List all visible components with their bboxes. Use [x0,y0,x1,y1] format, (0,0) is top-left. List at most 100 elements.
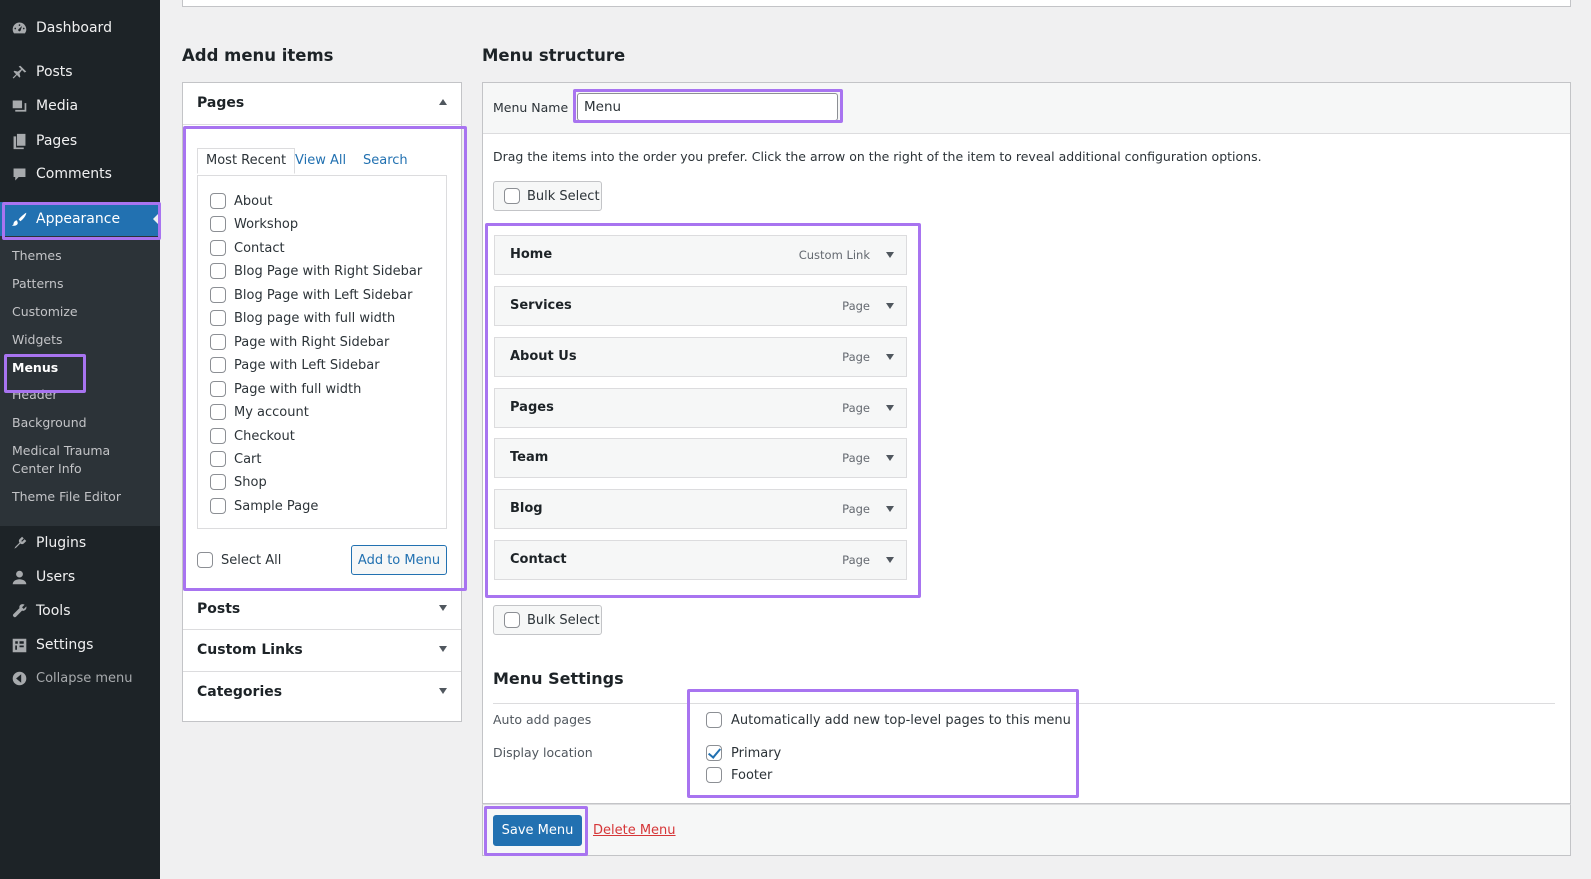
checkbox[interactable] [210,357,226,373]
posts-section-header[interactable]: Posts [183,588,461,630]
submenu-item-theme-file-editor[interactable]: Theme File Editor [12,488,152,506]
delete-menu-link[interactable]: Delete Menu [593,823,676,838]
checkbox[interactable] [210,474,226,490]
page-option-my-account[interactable]: My account [210,404,309,420]
submenu-item-customize[interactable]: Customize [12,303,152,321]
checkbox[interactable] [504,188,520,204]
bulk-select-button-top[interactable]: Bulk Select [493,181,602,211]
pages-icon [10,132,28,150]
admin-sidebar: Dashboard Posts Media Pages Comments App… [0,0,160,879]
page-option-cart[interactable]: Cart [210,451,262,467]
checkbox[interactable] [210,334,226,350]
user-icon [10,568,28,586]
page-option-left-sidebar[interactable]: Page with Left Sidebar [210,357,380,373]
checkbox[interactable] [210,240,226,256]
bulk-select-button-bottom[interactable]: Bulk Select [493,605,602,635]
page-option-blog-left-sidebar[interactable]: Blog Page with Left Sidebar [210,287,412,303]
page-option-checkout[interactable]: Checkout [210,428,295,444]
save-menu-button[interactable]: Save Menu [493,815,582,846]
submenu-item-medical-trauma-center-info[interactable]: Medical Trauma Center Info [12,442,152,478]
checkbox[interactable] [210,193,226,209]
submenu-item-menus[interactable]: Menus [12,359,152,377]
checkbox[interactable] [210,310,226,326]
checkbox[interactable] [210,287,226,303]
menu-item-pages[interactable]: Pages Page [494,388,907,428]
checkbox[interactable] [210,404,226,420]
checkbox[interactable] [197,552,213,568]
menu-settings-heading: Menu Settings [493,669,624,688]
submenu-item-widgets[interactable]: Widgets [12,331,152,349]
collapse-icon [10,669,28,687]
chevron-down-icon[interactable] [886,557,894,563]
location-primary-option[interactable]: Primary [706,745,781,761]
chevron-down-icon[interactable] [886,506,894,512]
add-to-menu-button[interactable]: Add to Menu [351,545,447,575]
menu-instructions: Drag the items into the order you prefer… [493,149,1262,164]
categories-section-header[interactable]: Categories [183,672,461,714]
menu-item-team[interactable]: Team Page [494,438,907,478]
tab-search[interactable]: Search [363,151,408,171]
sidebar-item-pages[interactable]: Pages [0,124,160,158]
auto-add-pages-option[interactable]: Automatically add new top-level pages to… [706,712,1071,728]
page-option-full-width[interactable]: Page with full width [210,381,361,397]
tab-most-recent[interactable]: Most Recent [197,148,296,174]
page-option-blog-right-sidebar[interactable]: Blog Page with Right Sidebar [210,263,422,279]
checkbox[interactable] [504,612,520,628]
sidebar-item-settings[interactable]: Settings [0,628,160,662]
chevron-down-icon [439,688,447,694]
sidebar-item-posts[interactable]: Posts [0,55,160,89]
submenu-item-patterns[interactable]: Patterns [12,275,152,293]
chevron-up-icon [439,99,447,105]
settings-icon [10,636,28,654]
checkbox[interactable] [706,712,722,728]
tab-view-all[interactable]: View All [295,151,346,171]
checkbox[interactable] [210,263,226,279]
sidebar-item-comments[interactable]: Comments [0,157,160,191]
menu-item-blog[interactable]: Blog Page [494,489,907,529]
menu-item-home[interactable]: Home Custom Link [494,235,907,275]
submenu-item-header[interactable]: Header [12,386,152,404]
sidebar-item-media[interactable]: Media [0,89,160,123]
display-location-label: Display location [493,745,593,760]
auto-add-pages-label: Auto add pages [493,712,592,727]
submenu-item-background[interactable]: Background [12,414,152,432]
menu-item-about-us[interactable]: About Us Page [494,337,907,377]
checkbox[interactable] [210,381,226,397]
chevron-down-icon[interactable] [886,252,894,258]
chevron-down-icon[interactable] [886,303,894,309]
custom-links-section-header[interactable]: Custom Links [183,630,461,672]
location-footer-option[interactable]: Footer [706,767,772,783]
sidebar-item-tools[interactable]: Tools [0,594,160,628]
pushpin-icon [10,63,28,81]
page-option-shop[interactable]: Shop [210,474,267,490]
sidebar-item-appearance[interactable]: Appearance [0,202,160,236]
pages-section-header[interactable]: Pages [183,83,461,125]
checkbox[interactable] [210,451,226,467]
page-option-sample-page[interactable]: Sample Page [210,498,318,514]
menu-item-contact[interactable]: Contact Page [494,540,907,580]
page-option-contact[interactable]: Contact [210,240,285,256]
sidebar-item-users[interactable]: Users [0,560,160,594]
pages-checklist: About Workshop Contact Blog Page with Ri… [197,175,447,529]
checkbox[interactable] [210,216,226,232]
page-option-workshop[interactable]: Workshop [210,216,298,232]
collapse-menu-button[interactable]: Collapse menu [0,661,160,695]
chevron-down-icon[interactable] [886,405,894,411]
submenu-item-themes[interactable]: Themes [12,247,152,265]
sidebar-item-dashboard[interactable]: Dashboard [0,11,160,45]
chevron-down-icon[interactable] [886,354,894,360]
add-menu-items-heading: Add menu items [182,46,334,65]
checkbox[interactable] [706,767,722,783]
checkbox-checked[interactable] [706,745,722,761]
menu-item-services[interactable]: Services Page [494,286,907,326]
chevron-down-icon[interactable] [886,455,894,461]
sidebar-item-plugins[interactable]: Plugins [0,526,160,560]
page-option-about[interactable]: About [210,193,272,209]
page-option-right-sidebar[interactable]: Page with Right Sidebar [210,334,389,350]
appearance-submenu: Themes Patterns Customize Widgets Menus … [0,236,160,526]
checkbox[interactable] [210,498,226,514]
select-all-checkbox[interactable]: Select All [197,552,281,568]
checkbox[interactable] [210,428,226,444]
menu-name-input[interactable] [577,93,838,121]
page-option-blog-full-width[interactable]: Blog page with full width [210,310,395,326]
